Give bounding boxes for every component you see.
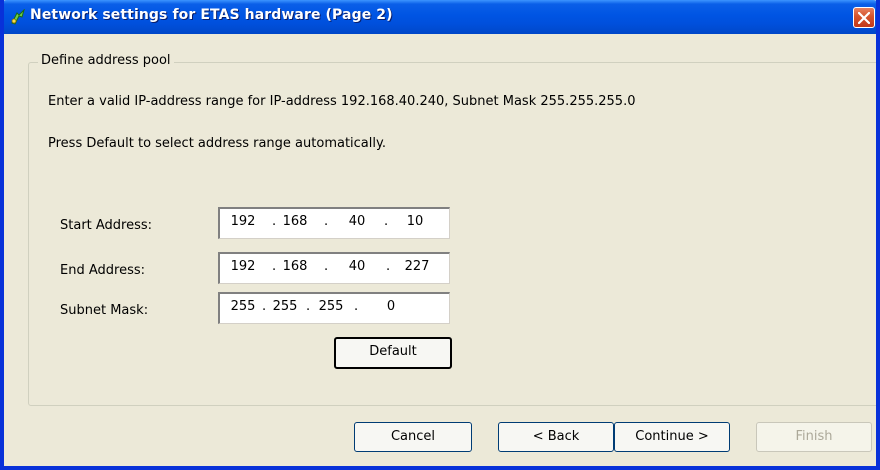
- start-address-field[interactable]: 192 . 168 . 40 . 10: [218, 207, 450, 239]
- octet-separator: .: [386, 259, 391, 274]
- octet-separator: .: [384, 214, 389, 229]
- subnet-mask-octet-3[interactable]: 255: [314, 299, 348, 314]
- start-address-octet-4[interactable]: 10: [398, 214, 432, 229]
- dialog-window: Network settings for ETAS hardware (Page…: [0, 0, 880, 470]
- end-address-octet-2[interactable]: 168: [278, 259, 312, 274]
- end-address-octet-3[interactable]: 40: [340, 259, 374, 274]
- group-legend: Define address pool: [38, 53, 174, 68]
- octet-separator: .: [272, 259, 277, 274]
- octet-separator: .: [354, 299, 359, 314]
- subnet-mask-octet-2[interactable]: 255: [268, 299, 302, 314]
- subnet-mask-field[interactable]: 255 . 255 . 255 . 0: [218, 292, 450, 324]
- end-address-octet-1[interactable]: 192: [226, 259, 260, 274]
- cancel-button[interactable]: Cancel: [354, 422, 472, 452]
- description-text: Enter a valid IP-address range for IP-ad…: [48, 94, 636, 109]
- default-button[interactable]: Default: [334, 337, 452, 369]
- title-bar[interactable]: Network settings for ETAS hardware (Page…: [4, 0, 876, 34]
- address-pool-group: [28, 62, 876, 406]
- subnet-mask-octet-4[interactable]: 0: [374, 299, 408, 314]
- end-address-field[interactable]: 192 . 168 . 40 . 227: [218, 252, 450, 284]
- etas-hardware-icon: [11, 9, 25, 25]
- close-icon: [858, 12, 870, 24]
- finish-button[interactable]: Finish: [756, 422, 872, 452]
- dialog-body: Define address pool Enter a valid IP-add…: [4, 34, 876, 466]
- end-address-label: End Address:: [60, 263, 145, 278]
- start-address-label: Start Address:: [60, 218, 153, 233]
- start-address-octet-2[interactable]: 168: [278, 214, 312, 229]
- start-address-octet-1[interactable]: 192: [226, 214, 260, 229]
- window-title: Network settings for ETAS hardware (Page…: [30, 7, 393, 23]
- octet-separator: .: [324, 214, 329, 229]
- close-button[interactable]: [853, 7, 875, 28]
- octet-separator: .: [324, 259, 329, 274]
- start-address-octet-3[interactable]: 40: [340, 214, 374, 229]
- subnet-mask-octet-1[interactable]: 255: [226, 299, 260, 314]
- hint-text: Press Default to select address range au…: [48, 136, 386, 151]
- subnet-mask-label: Subnet Mask:: [60, 303, 149, 318]
- octet-separator: .: [262, 299, 267, 314]
- octet-separator: .: [272, 214, 277, 229]
- continue-button[interactable]: Continue >: [614, 422, 730, 452]
- back-button[interactable]: < Back: [498, 422, 614, 452]
- octet-separator: .: [306, 299, 311, 314]
- end-address-octet-4[interactable]: 227: [400, 259, 434, 274]
